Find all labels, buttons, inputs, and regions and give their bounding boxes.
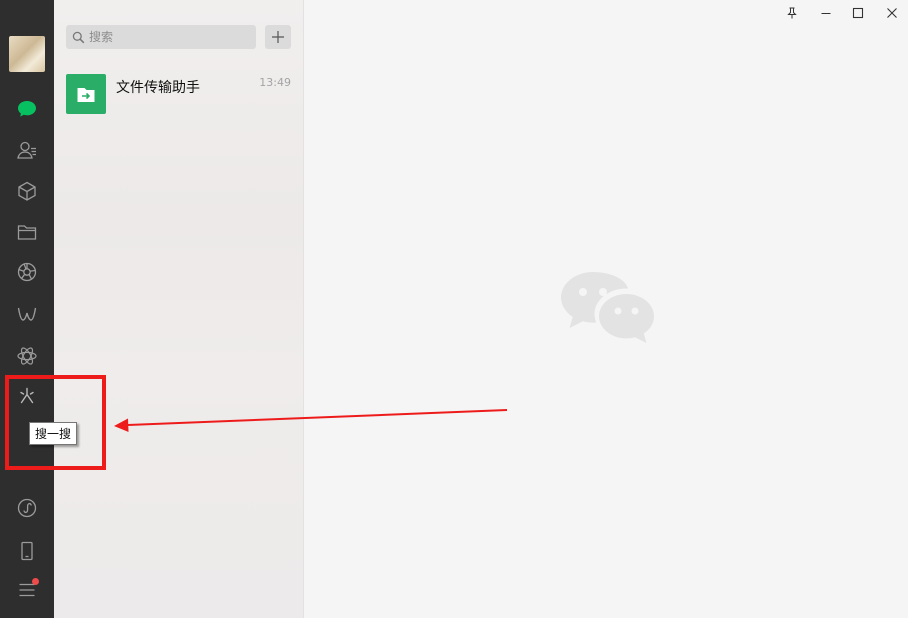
annotation-arrow: [114, 409, 508, 432]
